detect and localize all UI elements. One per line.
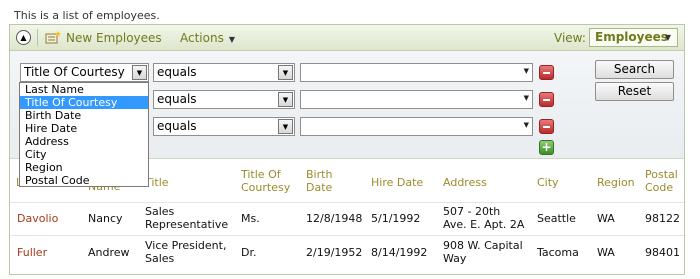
dropdown-option-city[interactable]: City xyxy=(20,148,148,161)
filter-operator-select-2[interactable]: equals ▼ xyxy=(153,90,295,109)
dropdown-option-region[interactable]: Region xyxy=(20,161,148,174)
chevron-up-icon: ▲ xyxy=(20,33,27,42)
dropdown-arrow-icon[interactable]: ▼ xyxy=(524,121,529,129)
header-line: Date xyxy=(306,181,333,194)
column-header-hire-date[interactable]: Hire Date xyxy=(371,176,423,189)
column-header-address[interactable]: Address xyxy=(443,176,487,189)
caret-down-icon: ▼ xyxy=(664,33,671,42)
cell-city: Seattle xyxy=(537,212,576,225)
view-selector-value: Employees xyxy=(595,30,668,44)
column-header-postal-code[interactable]: Postal Code xyxy=(645,168,678,194)
field-dropdown-list: Last Name Title Of Courtesy Birth Date H… xyxy=(19,82,149,187)
cell-courtesy: Dr. xyxy=(241,246,257,259)
cell-first-name: Nancy xyxy=(88,212,123,225)
header-line: Title Of xyxy=(241,168,281,181)
dropdown-arrow-icon[interactable]: ▼ xyxy=(278,119,293,134)
filter-operator-value: equals xyxy=(157,119,197,133)
cell-address: 507 - 20th Ave. E. Apt. 2A xyxy=(443,205,524,231)
column-header-birth-date[interactable]: Birth Date xyxy=(306,168,332,194)
view-label: View: xyxy=(554,31,586,45)
cell-courtesy: Ms. xyxy=(241,212,260,225)
cell-line: Sales xyxy=(145,205,175,218)
cell-first-name: Andrew xyxy=(88,246,130,259)
dropdown-arrow-icon[interactable]: ▼ xyxy=(278,92,293,107)
collapse-search-button[interactable]: ▲ xyxy=(16,30,31,45)
filter-value-input-2[interactable]: ▼ xyxy=(300,90,533,109)
cell-birth-date: 2/19/1952 xyxy=(306,246,363,259)
dropdown-option-postal-code[interactable]: Postal Code xyxy=(20,174,148,187)
cell-postal-code: 98401 xyxy=(645,246,680,259)
filter-operator-value: equals xyxy=(157,92,197,106)
cell-line: 507 - 20th xyxy=(443,205,501,218)
caret-down-icon: ▼ xyxy=(228,35,235,44)
cell-birth-date: 12/8/1948 xyxy=(306,212,363,225)
page-description: This is a list of employees. xyxy=(14,9,160,22)
dropdown-arrow-icon[interactable]: ▼ xyxy=(132,65,147,80)
cell-hire-date: 8/14/1992 xyxy=(371,246,428,259)
cell-last-name[interactable]: Davolio xyxy=(17,212,58,225)
cell-last-name[interactable]: Fuller xyxy=(17,246,47,259)
add-filter-button[interactable]: + xyxy=(539,140,554,155)
actions-menu[interactable]: Actions ▼ xyxy=(180,31,235,45)
cell-line: Ave. E. Apt. 2A xyxy=(443,218,525,231)
header-line: Code xyxy=(645,181,674,194)
row-divider xyxy=(10,235,684,236)
dropdown-option-birth-date[interactable]: Birth Date xyxy=(20,109,148,122)
toolbar-divider xyxy=(37,29,38,46)
dropdown-option-title-of-courtesy[interactable]: Title Of Courtesy xyxy=(20,96,148,109)
remove-filter-button[interactable] xyxy=(539,65,554,80)
cell-region: WA xyxy=(597,212,615,225)
filter-operator-value: equals xyxy=(157,65,197,79)
dropdown-option-last-name[interactable]: Last Name xyxy=(20,83,148,96)
cell-line: Sales xyxy=(145,252,175,265)
action-bar: ▲ New Employees Actions ▼ View: Employees… xyxy=(10,25,684,51)
cell-title: Vice President, Sales xyxy=(145,239,226,265)
new-employees-button[interactable]: New Employees xyxy=(66,31,162,45)
remove-filter-button[interactable] xyxy=(539,92,554,107)
cell-line: Way xyxy=(443,252,467,265)
filter-value-input-1[interactable]: ▼ xyxy=(300,63,533,82)
cell-title: Sales Representative xyxy=(145,205,228,231)
filter-field-value: Title Of Courtesy xyxy=(24,65,125,79)
dropdown-arrow-icon[interactable]: ▼ xyxy=(524,94,529,102)
plus-icon: + xyxy=(541,140,552,154)
dropdown-arrow-icon[interactable]: ▼ xyxy=(278,65,293,80)
actions-label: Actions xyxy=(180,31,224,45)
cell-line: Vice President, xyxy=(145,239,227,252)
column-header-city[interactable]: City xyxy=(537,176,559,189)
cell-postal-code: 98122 xyxy=(645,212,680,225)
cell-address: 908 W. Capital Way xyxy=(443,239,523,265)
new-record-icon xyxy=(45,31,61,44)
cell-region: WA xyxy=(597,246,615,259)
view-selector[interactable]: Employees ▼ xyxy=(589,28,678,47)
dropdown-option-hire-date[interactable]: Hire Date xyxy=(20,122,148,135)
filter-operator-select-1[interactable]: equals ▼ xyxy=(153,63,295,82)
cell-line: Representative xyxy=(145,218,229,231)
column-header-region[interactable]: Region xyxy=(597,176,635,189)
header-line: Courtesy xyxy=(241,181,291,194)
filter-operator-select-3[interactable]: equals ▼ xyxy=(153,117,295,136)
header-line: Postal xyxy=(645,168,678,181)
reset-button[interactable]: Reset xyxy=(595,82,674,101)
search-button[interactable]: Search xyxy=(595,60,674,79)
cell-hire-date: 5/1/1992 xyxy=(371,212,421,225)
column-header-title-of-courtesy[interactable]: Title Of Courtesy xyxy=(241,168,290,194)
filter-field-select-1[interactable]: Title Of Courtesy ▼ xyxy=(20,63,149,82)
remove-filter-button[interactable] xyxy=(539,119,554,134)
cell-line: 908 W. Capital xyxy=(443,239,523,252)
row-divider xyxy=(10,202,684,203)
header-line: Birth xyxy=(306,168,333,181)
dropdown-option-address[interactable]: Address xyxy=(20,135,148,148)
dropdown-arrow-icon[interactable]: ▼ xyxy=(524,67,529,75)
filter-value-input-3[interactable]: ▼ xyxy=(300,117,533,136)
cell-city: Tacoma xyxy=(537,246,579,259)
